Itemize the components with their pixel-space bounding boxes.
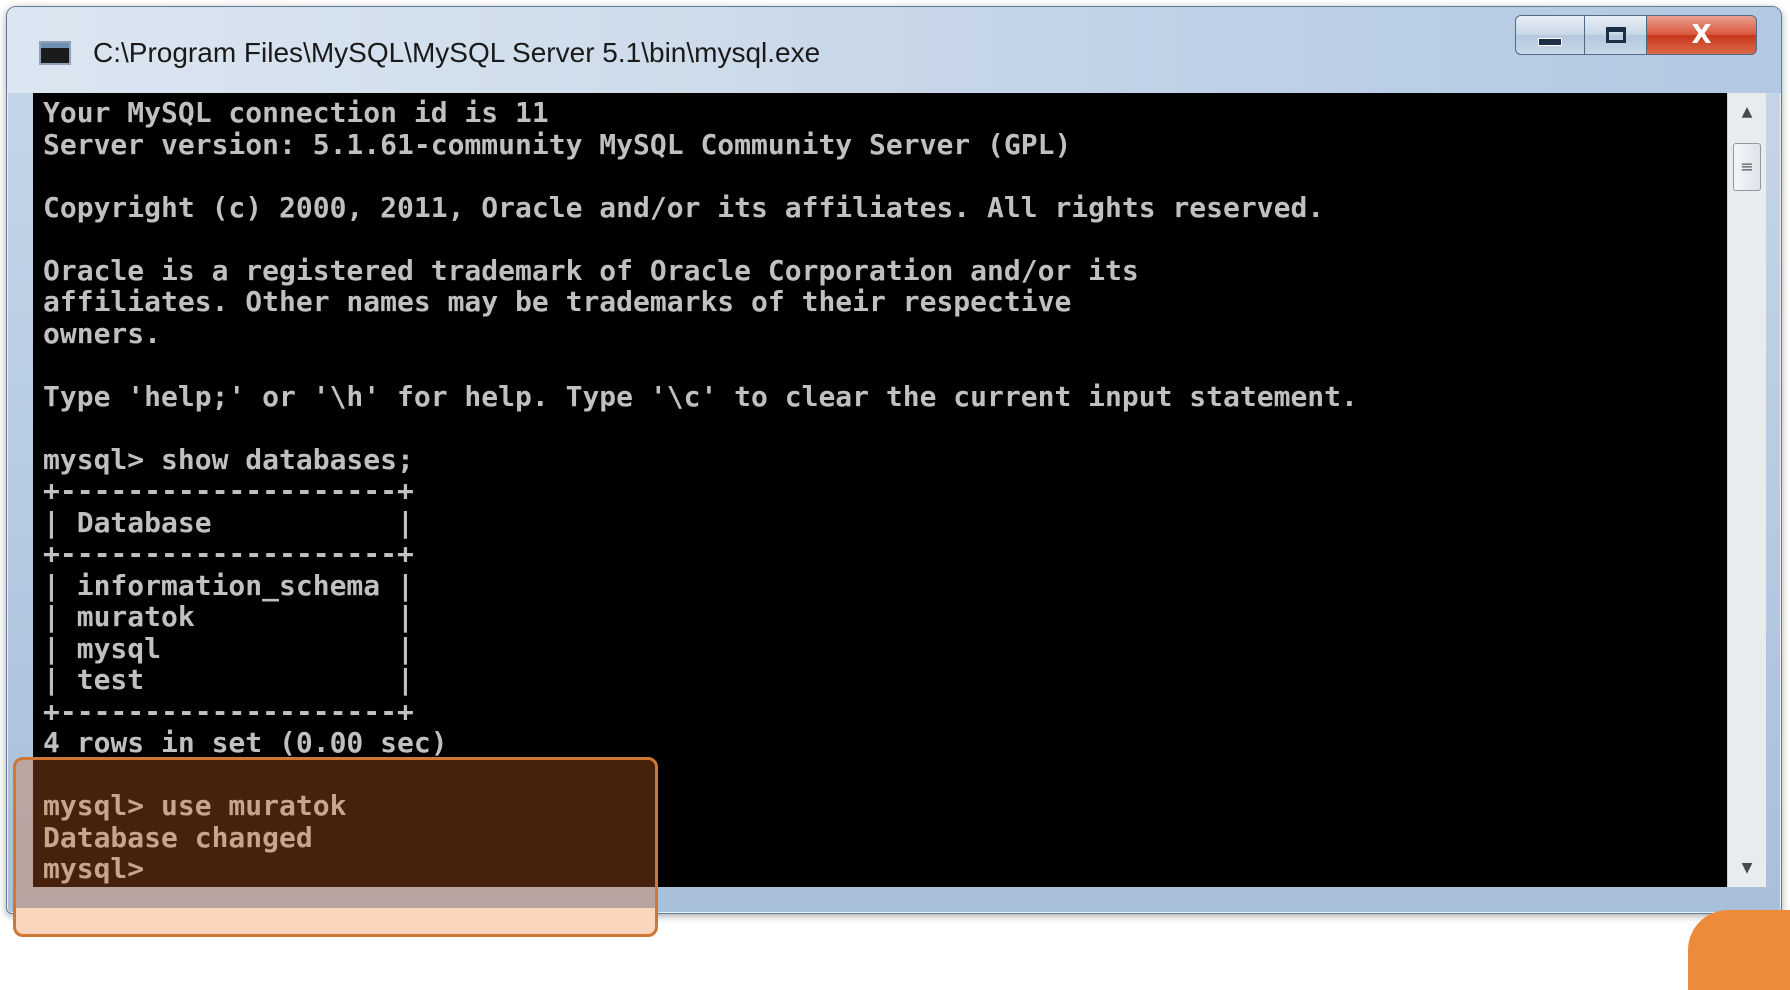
- window-title: C:\Program Files\MySQL\MySQL Server 5.1\…: [93, 37, 821, 68]
- scroll-thumb[interactable]: ≡: [1733, 143, 1761, 191]
- console-line: mysql> show databases;: [43, 442, 414, 476]
- console-line: Server version: 5.1.61-community MySQL C…: [43, 127, 1072, 161]
- console-line: | test |: [43, 663, 414, 696]
- console-line: | muratok |: [43, 600, 414, 633]
- console-line: +--------------------+: [43, 474, 414, 507]
- scroll-up-arrow-icon[interactable]: ▲: [1728, 95, 1766, 129]
- console-line: | information_schema |: [43, 568, 414, 602]
- vertical-scrollbar[interactable]: ▲ ≡ ▼: [1727, 93, 1766, 887]
- scroll-down-arrow-icon[interactable]: ▼: [1728, 851, 1766, 885]
- maximize-button[interactable]: [1585, 15, 1647, 55]
- console-line: | mysql |: [43, 631, 414, 665]
- highlight-box-lower-band: [16, 908, 655, 934]
- title-bar[interactable]: C:\Program Files\MySQL\MySQL Server 5.1\…: [7, 7, 1781, 93]
- console-line: | Database |: [43, 505, 414, 539]
- minimize-button[interactable]: [1515, 15, 1585, 55]
- close-button[interactable]: X: [1647, 15, 1757, 55]
- minimize-icon: [1538, 38, 1562, 46]
- console-line: Copyright (c) 2000, 2011, Oracle and/or …: [43, 190, 1325, 224]
- corner-badge: [1688, 910, 1790, 990]
- console-line: Type 'help;' or '\h' for help. Type '\c'…: [43, 379, 1358, 413]
- console-line: affiliates. Other names may be trademark…: [43, 285, 1072, 318]
- caption-buttons: X: [1515, 15, 1757, 55]
- close-icon: X: [1691, 20, 1712, 50]
- console-line: Your MySQL connection id is 11: [43, 96, 549, 129]
- console-line: Oracle is a registered trademark of Orac…: [43, 253, 1139, 287]
- console-line: owners.: [43, 316, 162, 350]
- maximize-icon: [1605, 27, 1626, 43]
- console-line: 4 rows in set (0.00 sec): [43, 726, 448, 759]
- console-line: +--------------------+: [43, 537, 414, 570]
- console-line: +--------------------+: [43, 694, 414, 728]
- console-app-icon[interactable]: [39, 41, 71, 65]
